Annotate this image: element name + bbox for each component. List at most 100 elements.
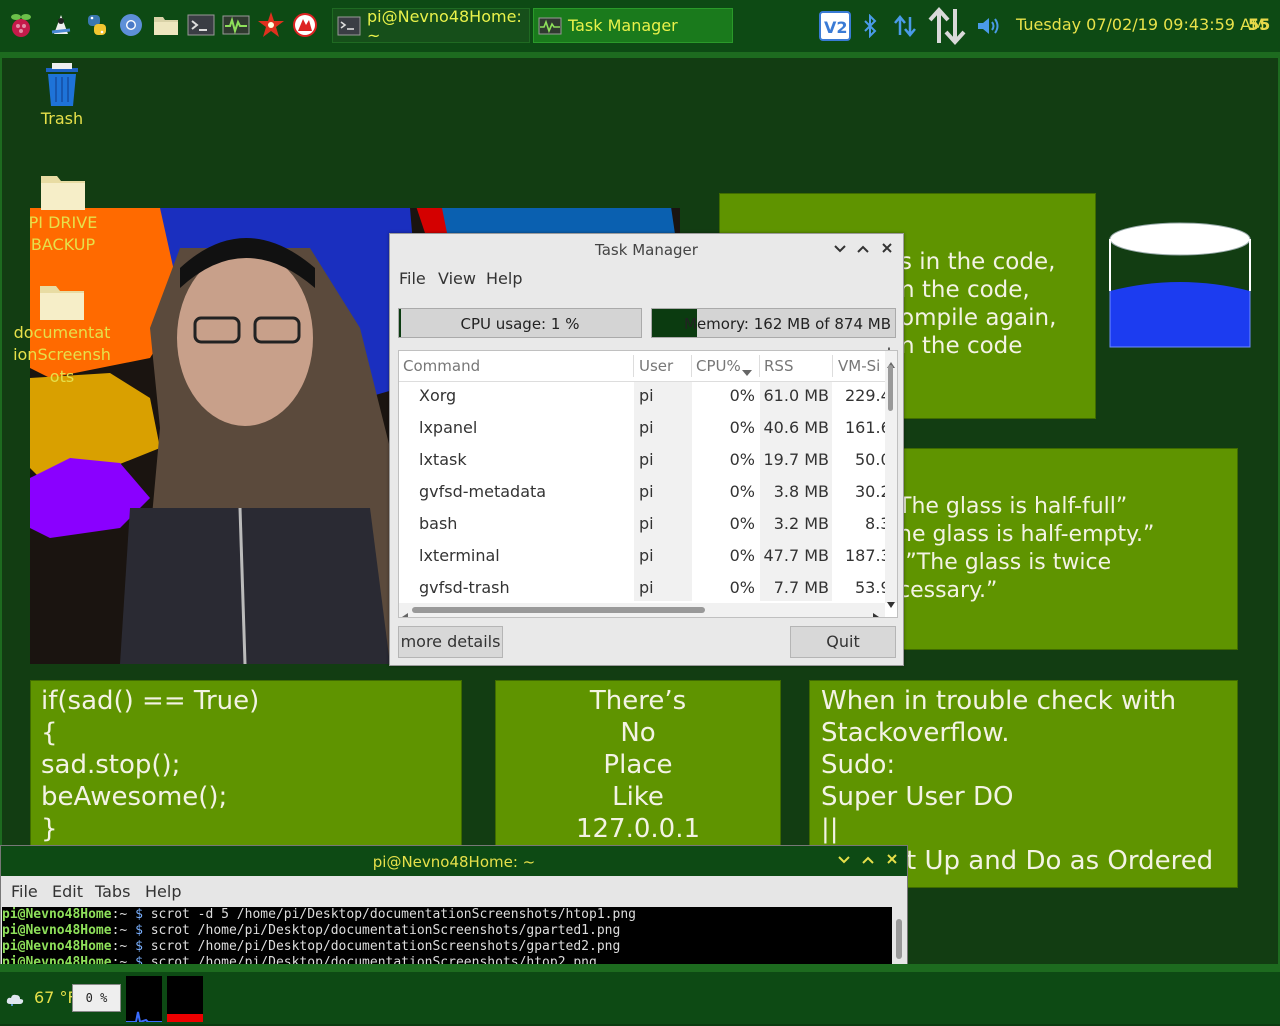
memory-graph-monitor[interactable]	[167, 976, 203, 1022]
column-header-user[interactable]: User	[639, 357, 673, 375]
network-arrows-icon[interactable]	[890, 8, 920, 44]
raspberry-menu-icon[interactable]	[6, 10, 36, 40]
process-command: lxpanel	[419, 418, 478, 437]
task-manager-icon[interactable]	[221, 10, 251, 40]
scroll-right-icon[interactable]	[873, 606, 879, 617]
note-line: Super User DO	[821, 782, 1014, 812]
top-panel: pi@Nevno48Home: ~ Task Manager V2 Tuesda…	[0, 0, 1280, 52]
python-icon[interactable]	[82, 10, 112, 40]
scroll-left-icon[interactable]	[402, 606, 408, 617]
process-cpu: 0%	[729, 482, 755, 501]
process-rss: 19.7 MB	[763, 450, 830, 469]
command-text: scrot /home/pi/Desktop/documentationScre…	[150, 939, 621, 954]
clock[interactable]: Tuesday 07/02/19 09:43:59 AM	[1016, 15, 1265, 34]
terminal-console[interactable]: pi@Nevno48Home:~ $ scrot -d 5 /home/pi/D…	[2, 907, 892, 972]
menu-file[interactable]: File	[399, 269, 426, 288]
note-line: s in the code,	[900, 249, 1056, 275]
table-row[interactable]: lxtask pi 0% 19.7 MB 50.0	[399, 445, 891, 477]
terminal-line: pi@Nevno48Home:~ $ scrot -d 5 /home/pi/D…	[2, 907, 636, 922]
menu-tabs[interactable]: Tabs	[95, 882, 130, 901]
command-text: scrot -d 5 /home/pi/Desktop/documentatio…	[150, 907, 636, 922]
mathematica-icon[interactable]	[256, 10, 286, 40]
maximize-button[interactable]	[853, 240, 873, 260]
file-manager-icon[interactable]	[151, 10, 181, 40]
horizontal-scrollbar[interactable]	[399, 603, 885, 617]
chromium-icon[interactable]	[116, 10, 146, 40]
process-command: bash	[419, 514, 458, 533]
menu-edit[interactable]: Edit	[52, 882, 83, 901]
column-header-cpu[interactable]: CPU%	[696, 357, 741, 375]
note-line: n the code,	[900, 277, 1030, 303]
taskbar-button-task-manager[interactable]: Task Manager	[533, 8, 733, 43]
process-cpu: 0%	[729, 578, 755, 597]
note-line: ||	[821, 814, 839, 844]
process-rss: 3.2 MB	[773, 514, 829, 533]
table-row[interactable]: gvfsd-trash pi 0% 7.7 MB 53.9	[399, 573, 891, 605]
menu-help[interactable]: Help	[145, 882, 181, 901]
table-row[interactable]: Xorg pi 0% 61.0 MB 229.4	[399, 381, 891, 413]
process-user: pi	[639, 450, 654, 469]
process-user: pi	[639, 546, 654, 565]
task-manager-window[interactable]: Task Manager File View Help CPU usage: 1…	[389, 233, 904, 666]
cloud-icon	[6, 991, 24, 1006]
note-card-text: if(sad() == True) { sad.stop(); beAwesom…	[41, 685, 259, 845]
column-header-rss[interactable]: RSS	[764, 357, 793, 375]
process-cpu: 0%	[729, 546, 755, 565]
note-line: Stackoverflow.	[821, 718, 1010, 748]
scrollbar-thumb[interactable]	[896, 919, 902, 959]
process-user: pi	[639, 514, 654, 533]
note-line: Place	[603, 750, 673, 780]
scrollbar-thumb[interactable]	[888, 365, 893, 411]
note-card-text: There’s No Place Like 127.0.0.1	[496, 685, 780, 845]
menu-file[interactable]: File	[11, 882, 38, 901]
note-line: The glass is half-full”	[898, 494, 1128, 519]
scrollbar-thumb[interactable]	[412, 607, 705, 613]
scroll-down-icon[interactable]	[887, 593, 895, 612]
note-card-glass: The glass is half-full” he glass is half…	[893, 448, 1238, 650]
column-header-vm-size[interactable]: VM-Si	[838, 357, 880, 375]
table-row[interactable]: bash pi 0% 3.2 MB 8.3	[399, 509, 890, 541]
penguin-app-icon[interactable]	[46, 10, 76, 40]
taskbar-button-terminal[interactable]: pi@Nevno48Home: ~	[332, 7, 530, 45]
more-details-button[interactable]: more details	[398, 626, 503, 658]
trash-desktop-icon[interactable]: Trash	[30, 62, 94, 130]
terminal-icon[interactable]	[186, 10, 216, 40]
transfer-arrows-icon[interactable]	[926, 7, 968, 45]
table-row[interactable]: lxterminal pi 0% 47.7 MB 187.3	[399, 541, 891, 573]
vnc-icon[interactable]: V2	[818, 8, 852, 44]
process-command: gvfsd-metadata	[419, 482, 547, 501]
table-row[interactable]: gvfsd-metadata pi 0% 3.8 MB 30.2	[399, 477, 891, 509]
minimize-button[interactable]	[830, 240, 850, 260]
column-header-command[interactable]: Command	[403, 357, 480, 375]
desktop-icon-label: PI DRIVE BACKUP	[28, 213, 98, 254]
table-row[interactable]: lxpanel pi 0% 40.6 MB 161.6	[399, 413, 891, 445]
vertical-scrollbar[interactable]	[885, 351, 897, 608]
wolfram-icon[interactable]	[290, 10, 320, 40]
close-button[interactable]	[883, 851, 901, 871]
maximize-button[interactable]	[859, 851, 877, 871]
terminal-scrollbar[interactable]	[893, 907, 905, 972]
note-line: t Up and Do as Ordered	[906, 846, 1214, 876]
process-command: lxterminal	[419, 546, 500, 565]
close-button[interactable]	[877, 240, 897, 260]
pi-drive-backup-desktop-icon[interactable]: PI DRIVE BACKUP	[22, 172, 104, 256]
process-rss: 40.6 MB	[763, 418, 830, 437]
process-cpu: 0%	[729, 450, 755, 469]
cpu-percent-box[interactable]: 0 %	[72, 984, 121, 1012]
process-table[interactable]: Command User CPU% RSS VM-Si Xorg pi 0% 6…	[398, 350, 898, 618]
volume-icon[interactable]	[974, 8, 1004, 44]
note-line: 127.0.0.1	[575, 814, 701, 844]
menu-help[interactable]: Help	[486, 269, 522, 288]
bluetooth-icon[interactable]	[858, 8, 882, 44]
cpu-usage-bar: CPU usage: 1 %	[398, 308, 642, 338]
process-user: pi	[639, 482, 654, 501]
svg-text:V2: V2	[824, 18, 848, 37]
documentation-screenshots-desktop-icon[interactable]: documentationScreenshots	[12, 282, 112, 388]
minimize-button[interactable]	[835, 851, 853, 871]
cpu-graph-monitor[interactable]	[126, 976, 162, 1024]
terminal-window[interactable]: pi@Nevno48Home: ~ File Edit Tabs Help pi…	[0, 845, 908, 975]
folder-icon	[39, 172, 87, 212]
weather-widget[interactable]: 67 °F	[6, 988, 77, 1007]
quit-button[interactable]: Quit	[790, 626, 896, 658]
menu-view[interactable]: View	[438, 269, 476, 288]
